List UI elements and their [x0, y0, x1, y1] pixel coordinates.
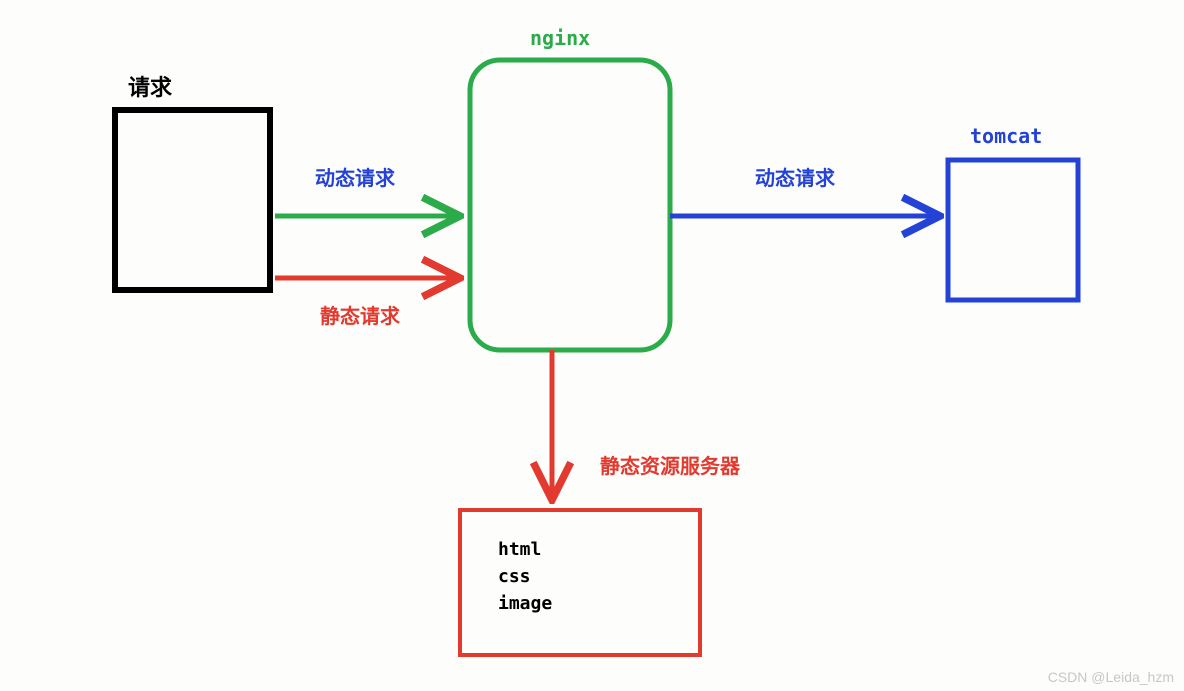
client-node — [115, 110, 270, 290]
static-resources-list: html css image — [498, 536, 552, 617]
label-request: 请求 — [128, 70, 172, 102]
diagram-canvas — [0, 0, 1184, 691]
label-dynamic-request-1: 动态请求 — [315, 162, 395, 191]
static-item: html — [498, 536, 552, 563]
static-resources-node — [460, 510, 700, 655]
static-item: image — [498, 590, 552, 617]
watermark: CSDN @Leida_hzm — [1048, 669, 1174, 685]
label-static-request: 静态请求 — [320, 300, 400, 329]
nginx-node — [470, 60, 670, 350]
label-static-server: 静态资源服务器 — [600, 450, 740, 479]
label-nginx: nginx — [530, 26, 590, 50]
label-tomcat: tomcat — [970, 124, 1042, 148]
tomcat-node — [948, 160, 1078, 300]
label-dynamic-request-2: 动态请求 — [755, 162, 835, 191]
static-item: css — [498, 563, 552, 590]
